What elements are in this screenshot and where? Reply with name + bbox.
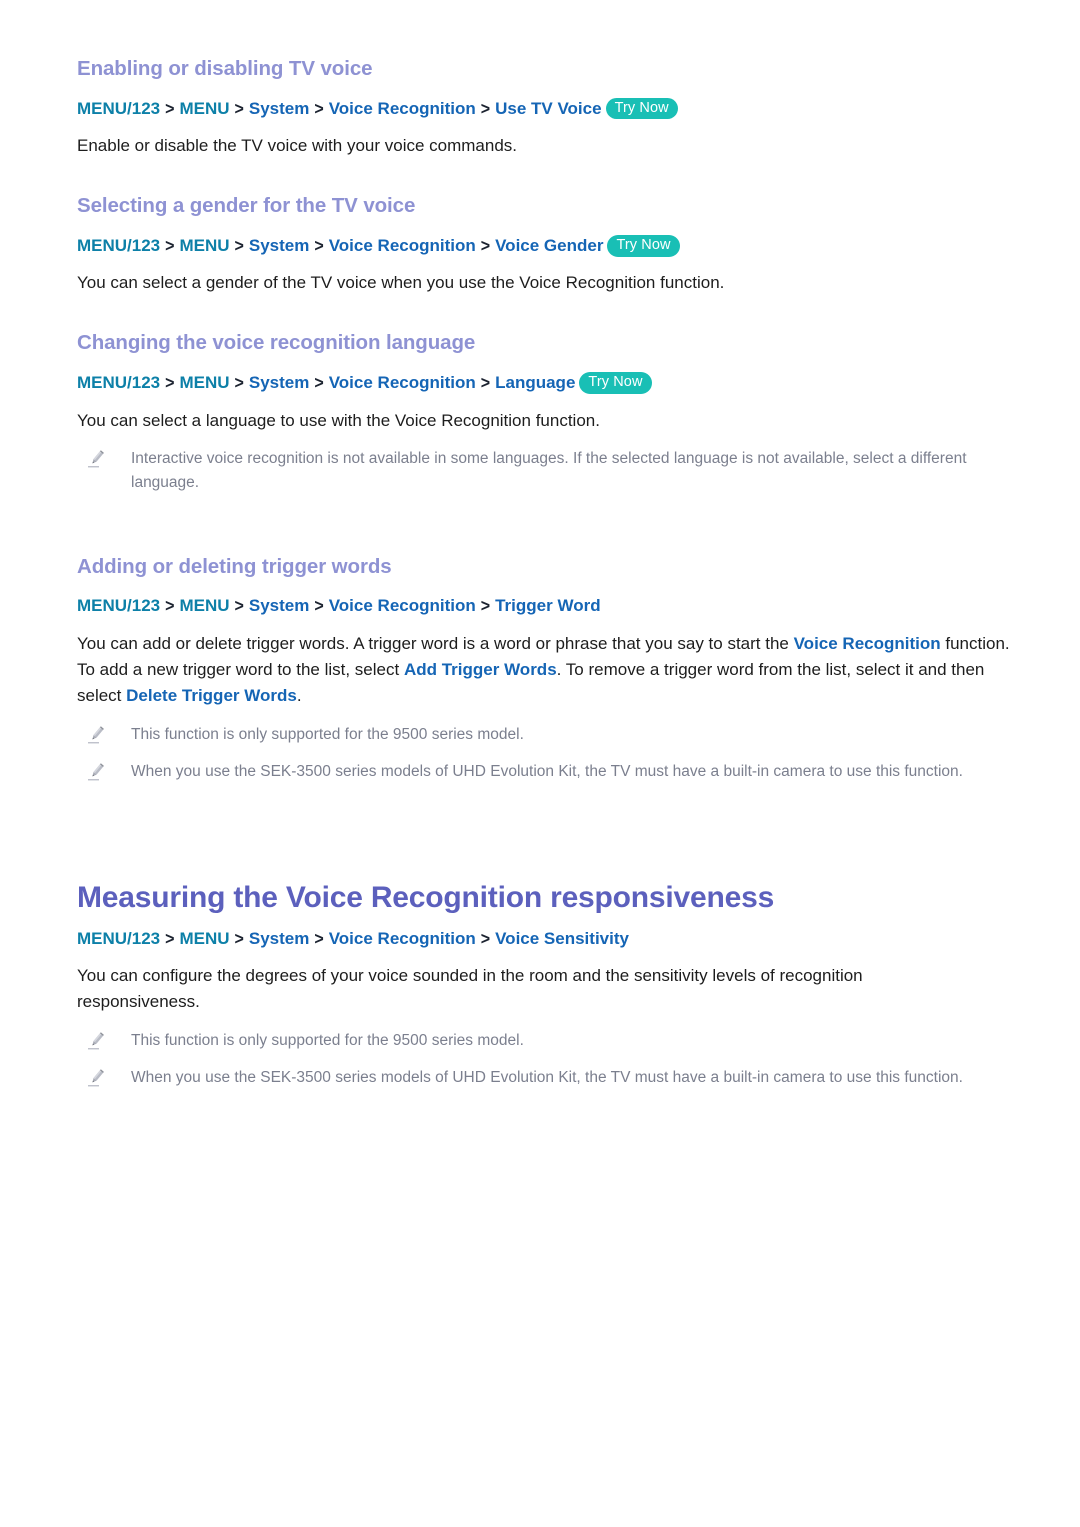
chevron-right-icon: > xyxy=(480,99,491,119)
menu-path-breadcrumb: MENU/123 > MENU > System > Voice Recognition > V… xyxy=(77,234,1020,259)
menu-path-breadcrumb: MENU/123 > MENU > System > Voice Recognition > V… xyxy=(77,927,1020,952)
chevron-right-icon: > xyxy=(480,236,491,256)
chevron-right-icon: > xyxy=(314,99,324,119)
section-heading: Selecting a gender for the TV voice xyxy=(77,194,416,218)
pencil-icon xyxy=(85,1067,107,1089)
breadcrumb-item-voice-recognition[interactable]: Voice Recognition xyxy=(329,929,476,948)
try-now-badge[interactable]: Try Now xyxy=(605,97,678,120)
section-changing-language: Changing the voice recognition language … xyxy=(77,330,1020,494)
note-text: When you use the SEK-3500 series models … xyxy=(131,762,963,780)
body-part-4: . xyxy=(296,685,302,705)
page-title: Measuring the Voice Recognition responsi… xyxy=(77,881,775,915)
chevron-right-icon: > xyxy=(314,236,324,256)
try-now-badge[interactable]: Try Now xyxy=(607,234,680,257)
breadcrumb-item-system[interactable]: System xyxy=(249,596,309,615)
chevron-right-icon: > xyxy=(165,373,175,393)
chevron-right-icon: > xyxy=(234,236,244,256)
breadcrumb-item-leaf[interactable]: Use TV Voice xyxy=(495,99,601,118)
document-page: Enabling or disabling TV voice MENU/123 >… xyxy=(0,0,1080,1527)
try-now-badge[interactable]: Try Now xyxy=(579,371,652,394)
breadcrumb-item-menu123[interactable]: MENU/123 xyxy=(77,236,160,255)
section-body-text: Enable or disable the TV voice with your… xyxy=(77,136,518,156)
note-text: Interactive voice recognition is not ava… xyxy=(131,450,967,491)
section-heading: Adding or deleting trigger words xyxy=(77,554,392,578)
breadcrumb-item-menu[interactable]: MENU xyxy=(179,373,229,392)
breadcrumb-item-leaf[interactable]: Voice Sensitivity xyxy=(495,929,629,948)
chevron-right-icon: > xyxy=(165,929,175,949)
chevron-right-icon: > xyxy=(314,929,324,949)
breadcrumb-item-voice-recognition[interactable]: Voice Recognition xyxy=(329,596,476,615)
menu-path-breadcrumb: MENU/123 > MENU > System > Voice Recognition > U… xyxy=(77,97,1020,122)
chevron-right-icon: > xyxy=(314,597,324,617)
pencil-icon xyxy=(85,724,107,746)
chevron-right-icon: > xyxy=(234,99,244,119)
pencil-icon xyxy=(85,1030,107,1052)
breadcrumb-item-menu[interactable]: MENU xyxy=(179,236,229,255)
breadcrumb-item-system[interactable]: System xyxy=(249,99,309,118)
breadcrumb-item-menu123[interactable]: MENU/123 xyxy=(77,99,160,118)
breadcrumb-item-menu[interactable]: MENU xyxy=(179,596,229,615)
section-measuring-responsiveness: Measuring the Voice Recognition responsi… xyxy=(77,879,1020,1089)
note-item: Interactive voice recognition is not ava… xyxy=(85,447,1020,494)
note-text: When you use the SEK-3500 series models … xyxy=(131,1069,963,1087)
inline-term-add-trigger-words: Add Trigger Words xyxy=(403,659,557,679)
breadcrumb-item-leaf[interactable]: Trigger Word xyxy=(495,596,600,615)
section-trigger-words: Adding or deleting trigger words MENU/12… xyxy=(77,554,1020,783)
section-body-text: You can configure the degrees of your vo… xyxy=(77,966,863,1012)
chevron-right-icon: > xyxy=(234,373,244,393)
breadcrumb-item-system[interactable]: System xyxy=(249,236,309,255)
pencil-icon xyxy=(85,761,107,783)
breadcrumb-item-menu[interactable]: MENU xyxy=(179,929,229,948)
section-body-text: You can select a gender of the TV voice … xyxy=(77,273,725,293)
chevron-right-icon: > xyxy=(234,929,244,949)
chevron-right-icon: > xyxy=(165,236,175,256)
breadcrumb-item-menu123[interactable]: MENU/123 xyxy=(77,373,160,392)
section-enabling-disabling-tv-voice: Enabling or disabling TV voice MENU/123 >… xyxy=(77,56,1020,159)
inline-term-voice-recognition: Voice Recognition xyxy=(793,634,941,654)
breadcrumb-item-menu[interactable]: MENU xyxy=(179,99,229,118)
section-body-text: You can select a language to use with th… xyxy=(77,410,600,430)
note-text: This function is only supported for the … xyxy=(131,1031,524,1049)
chevron-right-icon: > xyxy=(165,99,175,119)
breadcrumb-item-voice-recognition[interactable]: Voice Recognition xyxy=(329,373,476,392)
inline-term-delete-trigger-words: Delete Trigger Words xyxy=(126,685,297,705)
note-item: This function is only supported for the … xyxy=(85,1029,1020,1052)
section-selecting-gender: Selecting a gender for the TV voice MENU… xyxy=(77,193,1020,296)
body-part-1: You can add or delete trigger words. A t… xyxy=(77,634,794,654)
breadcrumb-item-menu123[interactable]: MENU/123 xyxy=(77,929,160,948)
breadcrumb-item-system[interactable]: System xyxy=(249,929,309,948)
breadcrumb-item-leaf[interactable]: Voice Gender xyxy=(495,236,603,255)
chevron-right-icon: > xyxy=(234,597,244,617)
breadcrumb-item-system[interactable]: System xyxy=(249,373,309,392)
breadcrumb-item-voice-recognition[interactable]: Voice Recognition xyxy=(329,99,476,118)
note-text: This function is only supported for the … xyxy=(131,725,524,743)
pencil-icon xyxy=(85,448,107,470)
chevron-right-icon: > xyxy=(480,373,491,393)
menu-path-breadcrumb: MENU/123 > MENU > System > Voice Recognition > L… xyxy=(77,371,1020,396)
breadcrumb-item-menu123[interactable]: MENU/123 xyxy=(77,596,160,615)
note-item: This function is only supported for the … xyxy=(85,723,1020,746)
breadcrumb-item-voice-recognition[interactable]: Voice Recognition xyxy=(329,236,476,255)
note-item: When you use the SEK-3500 series models … xyxy=(85,760,1020,783)
note-item: When you use the SEK-3500 series models … xyxy=(85,1066,1020,1089)
section-heading: Changing the voice recognition language xyxy=(77,331,476,355)
breadcrumb-item-leaf[interactable]: Language xyxy=(495,373,575,392)
menu-path-breadcrumb: MENU/123 > MENU > System > Voice Recognition > T… xyxy=(77,594,1020,619)
chevron-right-icon: > xyxy=(480,929,491,949)
chevron-right-icon: > xyxy=(314,373,324,393)
chevron-right-icon: > xyxy=(480,597,491,617)
section-body-text: You can add or delete trigger words. A t… xyxy=(77,631,1017,708)
chevron-right-icon: > xyxy=(165,597,175,617)
section-heading: Enabling or disabling TV voice xyxy=(77,57,373,80)
